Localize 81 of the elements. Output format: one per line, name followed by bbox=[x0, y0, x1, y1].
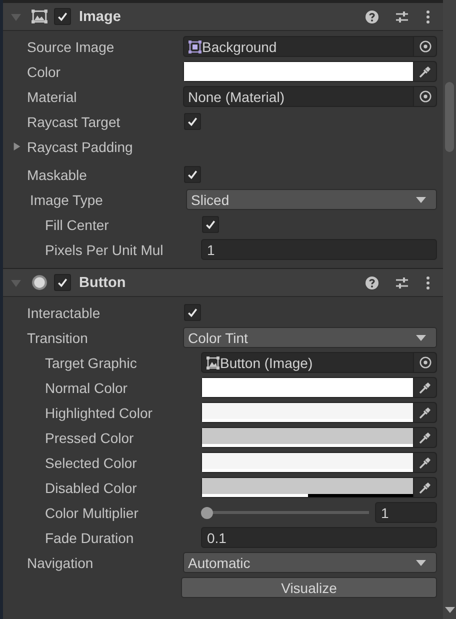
image-icon bbox=[31, 8, 48, 25]
field-label: Image Type bbox=[29, 192, 104, 208]
field-label: Transition bbox=[27, 330, 89, 346]
color-swatch[interactable] bbox=[184, 62, 413, 81]
number-field[interactable]: 0.1 bbox=[201, 527, 437, 548]
checkbox[interactable] bbox=[184, 166, 201, 183]
field-label: Disabled Color bbox=[44, 480, 138, 496]
dropdown[interactable]: Color Tint bbox=[183, 327, 437, 348]
field-label: Pressed Color bbox=[44, 430, 135, 446]
component-header[interactable]: Button bbox=[3, 268, 443, 297]
check-icon bbox=[205, 219, 216, 230]
presets-icon[interactable] bbox=[395, 10, 409, 24]
check-icon bbox=[57, 11, 68, 22]
checkbox[interactable] bbox=[184, 304, 201, 321]
component-title: Image bbox=[79, 8, 121, 24]
object-field[interactable]: None (Material) bbox=[183, 86, 437, 107]
enable-checkbox[interactable] bbox=[54, 274, 71, 291]
scrollbar-thumb[interactable] bbox=[445, 82, 454, 152]
circle-icon bbox=[31, 274, 48, 291]
eyedropper-icon[interactable] bbox=[418, 456, 432, 470]
component-title: Button bbox=[79, 274, 126, 290]
foldout-arrow-icon[interactable] bbox=[13, 142, 21, 151]
caret-icon[interactable] bbox=[445, 607, 455, 613]
color-swatch[interactable] bbox=[202, 378, 413, 397]
image-icon bbox=[206, 356, 220, 370]
presets-icon[interactable] bbox=[395, 276, 409, 290]
field-label: Raycast Target bbox=[27, 114, 122, 130]
eyedropper-icon[interactable] bbox=[418, 64, 432, 78]
number-field[interactable]: 1 bbox=[201, 239, 437, 260]
more-menu-icon[interactable] bbox=[425, 276, 431, 290]
field-label: Fade Duration bbox=[44, 530, 135, 546]
field-label: Maskable bbox=[27, 166, 88, 182]
color-swatch[interactable] bbox=[202, 428, 413, 447]
caret-icon bbox=[416, 560, 426, 566]
check-icon bbox=[187, 169, 198, 180]
object-picker-icon[interactable] bbox=[418, 356, 432, 369]
caret-icon bbox=[416, 334, 426, 340]
field-label: Pixels Per Unit Mul bbox=[44, 242, 164, 258]
check-icon bbox=[187, 307, 198, 318]
field-label: Target Graphic bbox=[44, 354, 138, 370]
component-header[interactable]: Image bbox=[3, 3, 443, 31]
field-label: Fill Center bbox=[44, 216, 110, 232]
help-icon[interactable] bbox=[365, 10, 379, 24]
color-swatch[interactable] bbox=[202, 453, 413, 472]
help-icon[interactable] bbox=[365, 276, 379, 290]
foldout-label[interactable]: Raycast Padding bbox=[27, 138, 183, 154]
field-label: Color Multiplier bbox=[44, 504, 140, 520]
visualize-button[interactable]: Visualize bbox=[181, 577, 437, 598]
caret-icon bbox=[416, 196, 426, 202]
eyedropper-icon[interactable] bbox=[418, 480, 432, 494]
number-field[interactable]: 1 bbox=[375, 502, 437, 523]
check-icon bbox=[57, 277, 68, 288]
sprite-icon bbox=[188, 40, 202, 54]
color-swatch[interactable] bbox=[202, 478, 413, 497]
check-icon bbox=[187, 116, 198, 127]
object-picker-icon[interactable] bbox=[418, 90, 432, 103]
eyedropper-icon[interactable] bbox=[418, 430, 432, 444]
field-value: Button (Image) bbox=[220, 354, 314, 370]
checkbox[interactable] bbox=[202, 216, 219, 233]
scrollbar[interactable] bbox=[443, 0, 456, 619]
field-value: Background bbox=[202, 38, 278, 54]
field-label: Material bbox=[27, 88, 78, 104]
eyedropper-icon[interactable] bbox=[418, 406, 432, 420]
dropdown[interactable]: Sliced bbox=[186, 189, 437, 210]
eyedropper-icon[interactable] bbox=[418, 380, 432, 394]
field-label: Navigation bbox=[27, 554, 94, 570]
more-menu-icon[interactable] bbox=[425, 10, 431, 24]
color-swatch[interactable] bbox=[202, 403, 413, 422]
field-label: Selected Color bbox=[44, 454, 138, 470]
field-label: Interactable bbox=[27, 304, 102, 320]
enable-checkbox[interactable] bbox=[54, 8, 71, 25]
object-field[interactable]: Button (Image) bbox=[201, 352, 437, 373]
object-field[interactable]: Background bbox=[183, 36, 437, 57]
field-label: Color bbox=[27, 64, 62, 80]
field-label: Source Image bbox=[27, 38, 116, 54]
field-label: Normal Color bbox=[44, 380, 128, 396]
dropdown[interactable]: Automatic bbox=[183, 552, 437, 573]
checkbox[interactable] bbox=[184, 113, 201, 130]
object-picker-icon[interactable] bbox=[418, 40, 432, 53]
field-value: None (Material) bbox=[188, 88, 286, 104]
field-label: Highlighted Color bbox=[44, 404, 154, 420]
